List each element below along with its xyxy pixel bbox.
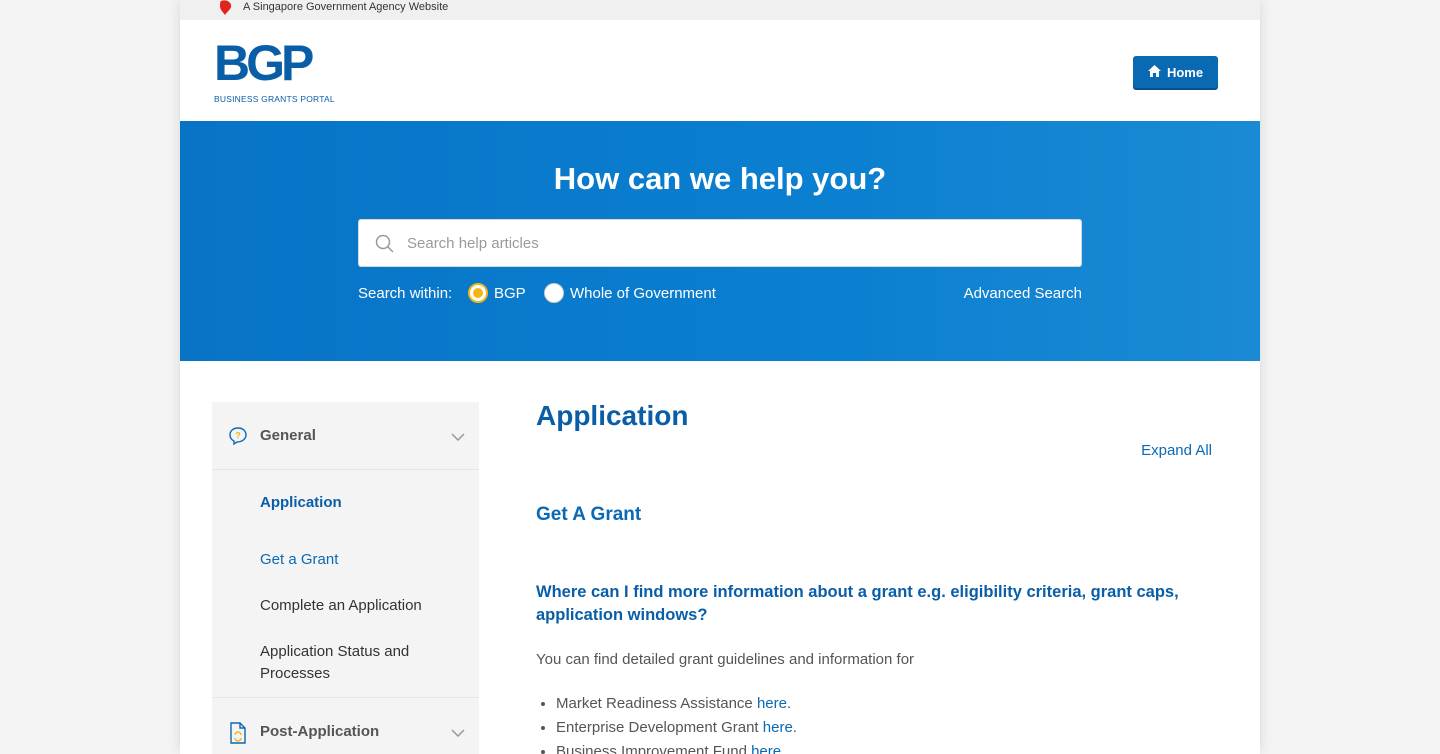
- radio-wog-circle: [544, 283, 564, 303]
- chevron-down-icon: [451, 428, 465, 446]
- sidebar-item-get-a-grant[interactable]: Get a Grant: [260, 549, 460, 571]
- faq-answer-intro: You can find detailed grant guidelines a…: [536, 651, 915, 668]
- home-label: Home: [1166, 64, 1204, 80]
- sidebar-item-application-status[interactable]: Application Status and Processes: [260, 641, 460, 685]
- sidebar-section-general[interactable]: ? General: [212, 402, 479, 470]
- masthead-text: A Singapore Government Agency Website: [243, 1, 449, 13]
- lion-head-icon: [218, 0, 236, 19]
- list-item: Enterprise Development Grant here.: [556, 716, 797, 740]
- main-content: Application Expand All Get A Grant Where…: [536, 400, 1216, 754]
- list-item-suffix: .: [786, 695, 792, 712]
- question-bubble-icon: ?: [228, 426, 248, 451]
- gov-masthead: A Singapore Government Agency Website: [180, 0, 1260, 20]
- logo-subtitle: BUSINESS GRANTS PORTAL: [214, 94, 335, 104]
- list-item-suffix: .: [781, 743, 786, 754]
- sidebar-item-complete-application[interactable]: Complete an Application: [260, 595, 460, 617]
- search-hero: How can we help you? Search within: BGP …: [180, 121, 1260, 361]
- hero-title: How can we help you?: [553, 161, 887, 196]
- list-item: Business Improvement Fund here.: [556, 740, 797, 754]
- logo-mark: BGP: [214, 35, 314, 91]
- here-link[interactable]: here: [763, 719, 793, 736]
- advanced-search-link[interactable]: Advanced Search: [964, 285, 1082, 302]
- list-item-text: Market Readiness Assistance: [556, 695, 757, 712]
- page: A Singapore Government Agency Website BG…: [180, 0, 1260, 754]
- radio-bgp-label: BGP: [494, 284, 526, 302]
- list-item: Market Readiness Assistance here.: [556, 692, 797, 716]
- search-box[interactable]: [358, 219, 1082, 267]
- sidebar-item-application[interactable]: Application: [260, 492, 460, 514]
- sidebar-section-post-application[interactable]: Post-Application: [212, 698, 479, 754]
- document-refresh-icon: [228, 722, 248, 749]
- bgp-logo[interactable]: BGP BUSINESS GRANTS PORTAL: [214, 35, 344, 104]
- faq-question[interactable]: Where can I find more information about …: [536, 581, 1196, 627]
- list-item-suffix: .: [792, 719, 797, 736]
- header: BGP BUSINESS GRANTS PORTAL Home: [180, 20, 1260, 121]
- home-button[interactable]: Home: [1133, 56, 1218, 88]
- section-title: Get A Grant: [536, 504, 642, 525]
- radio-bgp[interactable]: BGP: [468, 283, 526, 303]
- here-link[interactable]: here: [751, 743, 781, 754]
- svg-text:?: ?: [235, 431, 241, 441]
- search-input[interactable]: [407, 220, 1067, 266]
- chevron-down-icon: [451, 724, 465, 742]
- sidebar-section-title: General: [260, 427, 316, 444]
- home-icon: [1147, 64, 1161, 80]
- list-item-text: Business Improvement Fund: [556, 743, 752, 754]
- here-link[interactable]: here: [757, 695, 787, 712]
- sidebar-items: Application Get a Grant Complete an Appl…: [212, 470, 479, 698]
- expand-all-link[interactable]: Expand All: [1141, 442, 1212, 459]
- list-item-text: Enterprise Development Grant: [556, 719, 763, 736]
- radio-wog-label: Whole of Government: [570, 284, 716, 302]
- radio-whole-of-government[interactable]: Whole of Government: [544, 283, 716, 303]
- search-icon: [375, 234, 394, 258]
- sidebar: ? General Application Get a Grant Comple…: [212, 402, 479, 754]
- search-within-label: Search within:: [358, 285, 453, 302]
- sidebar-section-title: Post-Application: [260, 723, 380, 740]
- grant-list: Market Readiness Assistance here. Enterp…: [556, 692, 797, 754]
- radio-bgp-circle: [468, 283, 488, 303]
- page-title: Application: [536, 400, 689, 431]
- search-within: Search within: BGP Whole of Government A…: [358, 283, 1082, 305]
